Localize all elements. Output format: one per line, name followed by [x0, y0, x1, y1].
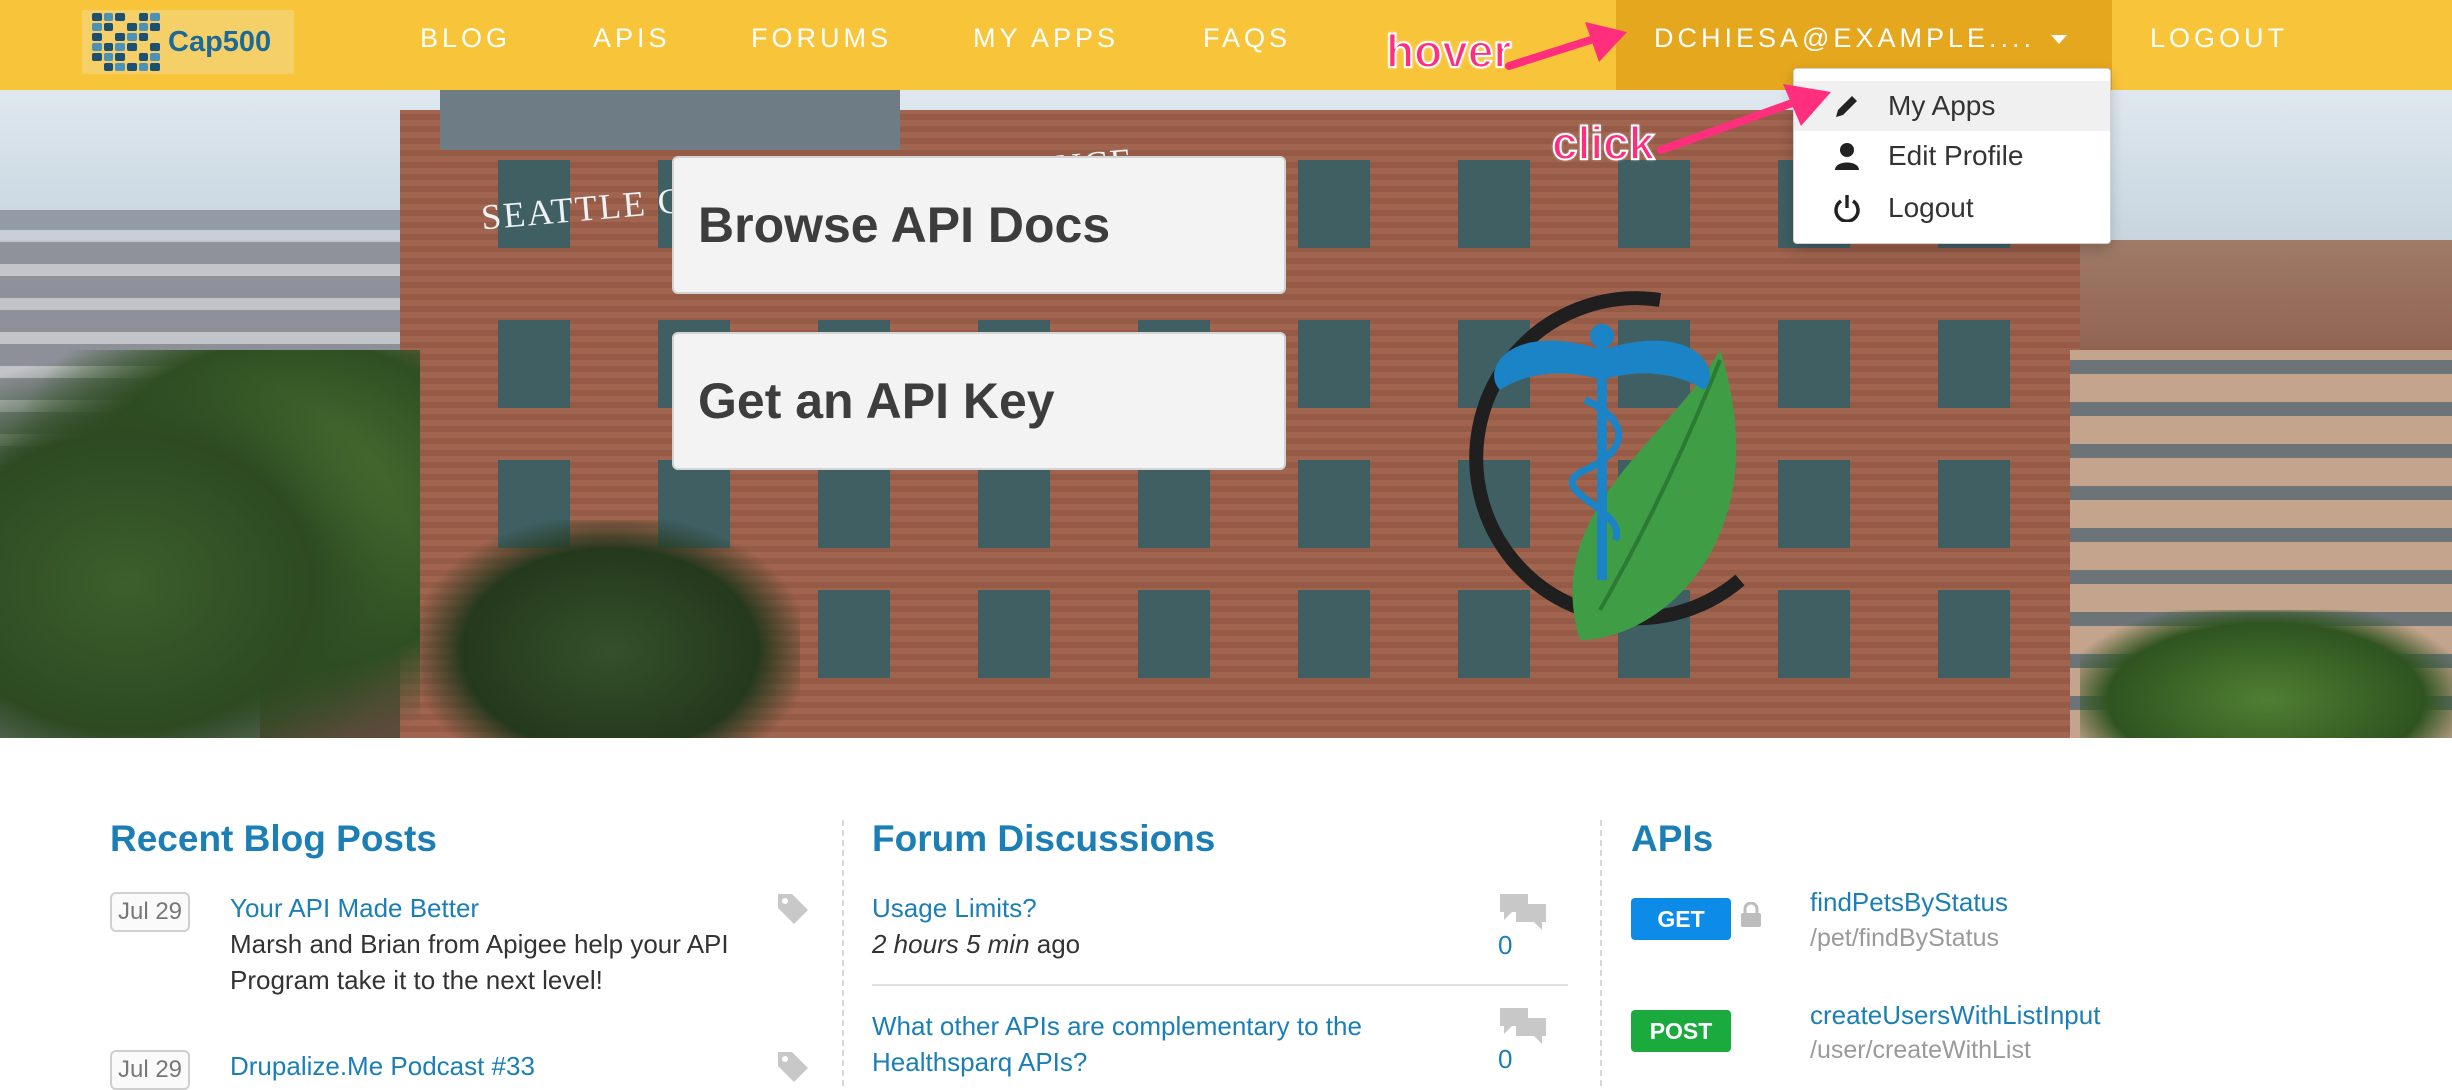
- logo-text: Cap500: [168, 25, 272, 58]
- forum-topic-title[interactable]: Usage Limits?: [872, 893, 1037, 924]
- hero-trees-left: [0, 350, 420, 738]
- browse-api-docs-button[interactable]: Browse API Docs: [672, 156, 1286, 294]
- dropdown-item-my-apps[interactable]: My Apps: [1794, 81, 2110, 131]
- dropdown-item-logout[interactable]: Logout: [1794, 183, 2110, 233]
- api-name-link[interactable]: createUsersWithListInput: [1810, 1000, 2100, 1031]
- nav-apis[interactable]: APIS: [593, 0, 671, 90]
- click-annotation: click: [1551, 116, 1655, 170]
- dropdown-item-edit-profile[interactable]: Edit Profile: [1794, 131, 2110, 181]
- dropdown-item-label: Logout: [1888, 192, 1974, 223]
- blog-post-excerpt: Marsh and Brian from Apigee help your AP…: [230, 929, 729, 995]
- column-divider: [1600, 820, 1602, 1086]
- forum-reply-count[interactable]: 0: [1498, 1044, 1512, 1075]
- forum-topic-title[interactable]: What other APIs are complementary to the…: [872, 1008, 1412, 1080]
- column-divider: [842, 820, 844, 1086]
- blog-post-title[interactable]: Drupalize.Me Podcast #33: [230, 1051, 535, 1082]
- comments-icon: [1500, 894, 1546, 930]
- api-path: /pet/findByStatus: [1810, 924, 2000, 952]
- api-name-link[interactable]: findPetsByStatus: [1810, 887, 2008, 918]
- user-dropdown-menu: My Apps Edit Profile Logout: [1793, 68, 2111, 244]
- forum-topic-time-value: 2 hours 5 min: [872, 929, 1030, 959]
- blog-section-title: Recent Blog Posts: [110, 818, 437, 859]
- forum-reply-count[interactable]: 0: [1498, 930, 1512, 961]
- api-path: /user/createWithList: [1810, 1036, 2031, 1064]
- blog-post-title[interactable]: Your API Made Better: [230, 893, 479, 924]
- comments-icon: [1500, 1008, 1546, 1044]
- nav-forums[interactable]: FORUMS: [751, 0, 892, 90]
- hero-trees-mid: [420, 520, 800, 738]
- tag-icon: [778, 894, 808, 924]
- tag-icon: [778, 1052, 808, 1082]
- hover-arrow-icon: [1505, 22, 1627, 70]
- hero-building-roof: [440, 90, 900, 150]
- lock-icon: [1741, 902, 1761, 927]
- method-badge-post: POST: [1631, 1010, 1731, 1052]
- method-badge-get: GET: [1631, 898, 1731, 940]
- pencil-icon: [1832, 91, 1862, 121]
- user-icon: [1832, 141, 1862, 171]
- nav-my-apps[interactable]: MY APPS: [973, 0, 1119, 90]
- logo-mark-icon: [92, 13, 160, 71]
- hover-annotation: hover: [1385, 24, 1512, 78]
- caret-down-icon: [2051, 35, 2067, 45]
- forum-section-title: Forum Discussions: [872, 818, 1216, 859]
- apis-section-title: APIs: [1631, 818, 1714, 859]
- nav-faqs[interactable]: FAQS: [1203, 0, 1291, 90]
- forum-topic-time-suffix: ago: [1029, 929, 1081, 959]
- hero-trees-right: [2080, 610, 2452, 738]
- nav-blog[interactable]: BLOG: [420, 0, 511, 90]
- user-menu-label: DCHIESA@EXAMPLE....: [1654, 23, 2035, 53]
- caduceus-leaf-emblem-icon: [1469, 291, 1745, 640]
- power-icon: [1832, 193, 1862, 223]
- dropdown-item-label: Edit Profile: [1888, 140, 2024, 171]
- forum-topic-time: 2 hours 5 min ago: [872, 926, 1080, 962]
- nav-logout[interactable]: LOGOUT: [2150, 0, 2288, 90]
- date-badge: Jul 29: [110, 892, 190, 932]
- site-logo[interactable]: Cap500: [82, 10, 294, 74]
- dropdown-item-label: My Apps: [1888, 90, 1996, 121]
- click-arrow-icon: [1657, 84, 1831, 154]
- forum-divider: [872, 984, 1568, 986]
- get-api-key-button[interactable]: Get an API Key: [672, 332, 1286, 470]
- date-badge: Jul 29: [110, 1050, 190, 1090]
